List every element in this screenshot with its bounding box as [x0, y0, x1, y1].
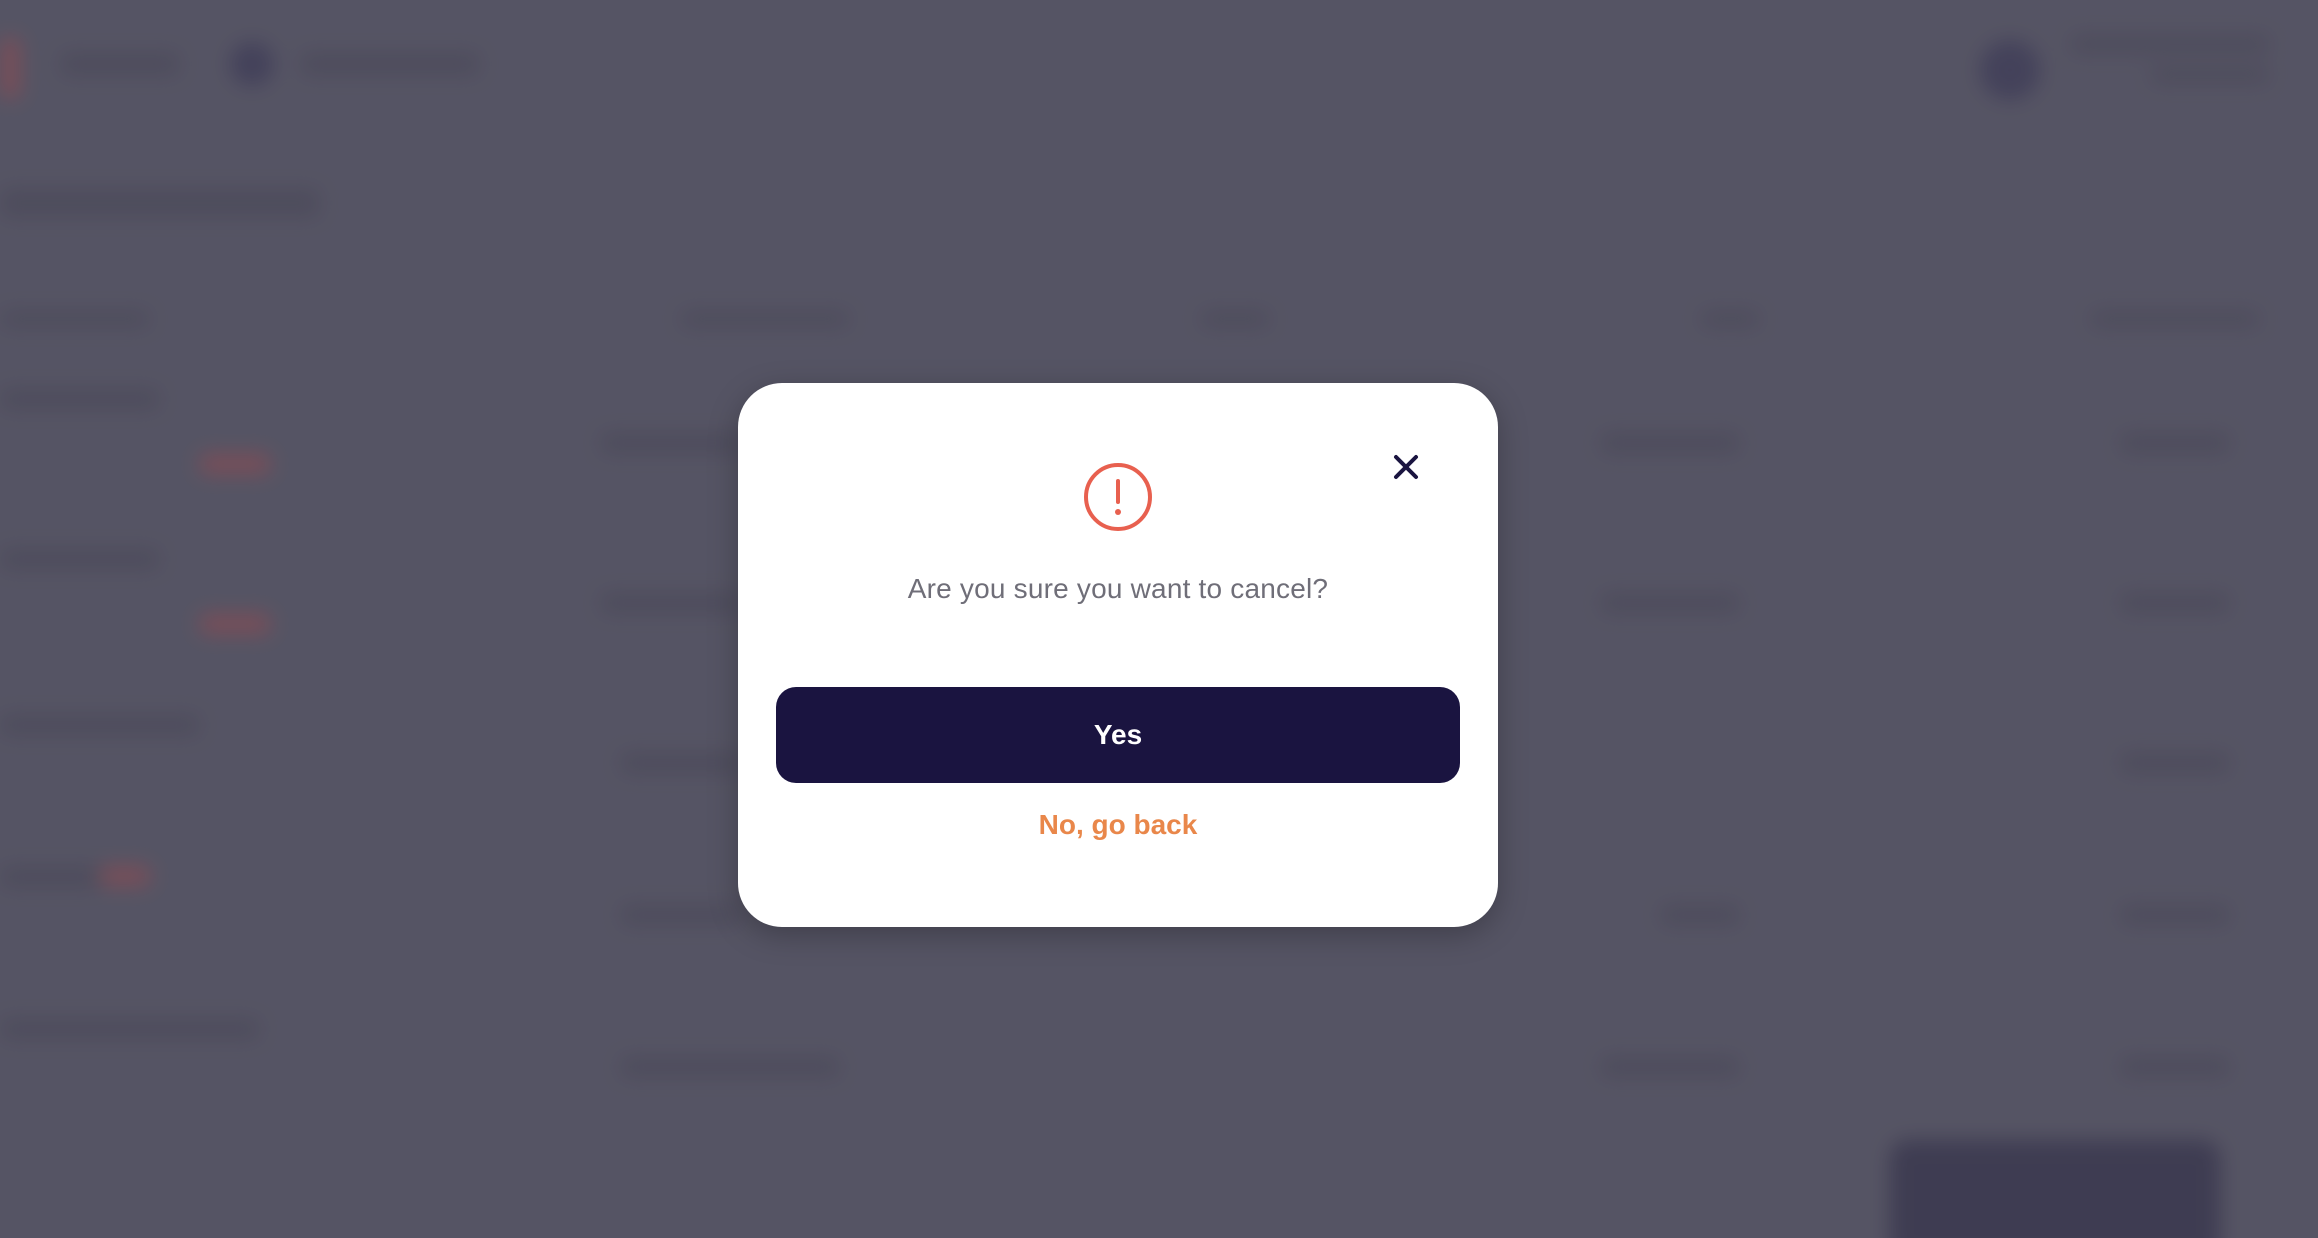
go-back-button[interactable]: No, go back	[738, 809, 1498, 841]
dialog-question: Are you sure you want to cancel?	[907, 573, 1329, 604]
confirm-yes-label: Yes	[1093, 719, 1143, 750]
exclamation-circle-icon	[1084, 463, 1152, 531]
confirm-yes-button[interactable]: Yes	[776, 687, 1460, 783]
cancel-confirmation-dialog: Are you sure you want to cancel? Yes No,…	[738, 383, 1498, 927]
close-button[interactable]	[1386, 447, 1426, 487]
close-icon	[1394, 455, 1418, 479]
